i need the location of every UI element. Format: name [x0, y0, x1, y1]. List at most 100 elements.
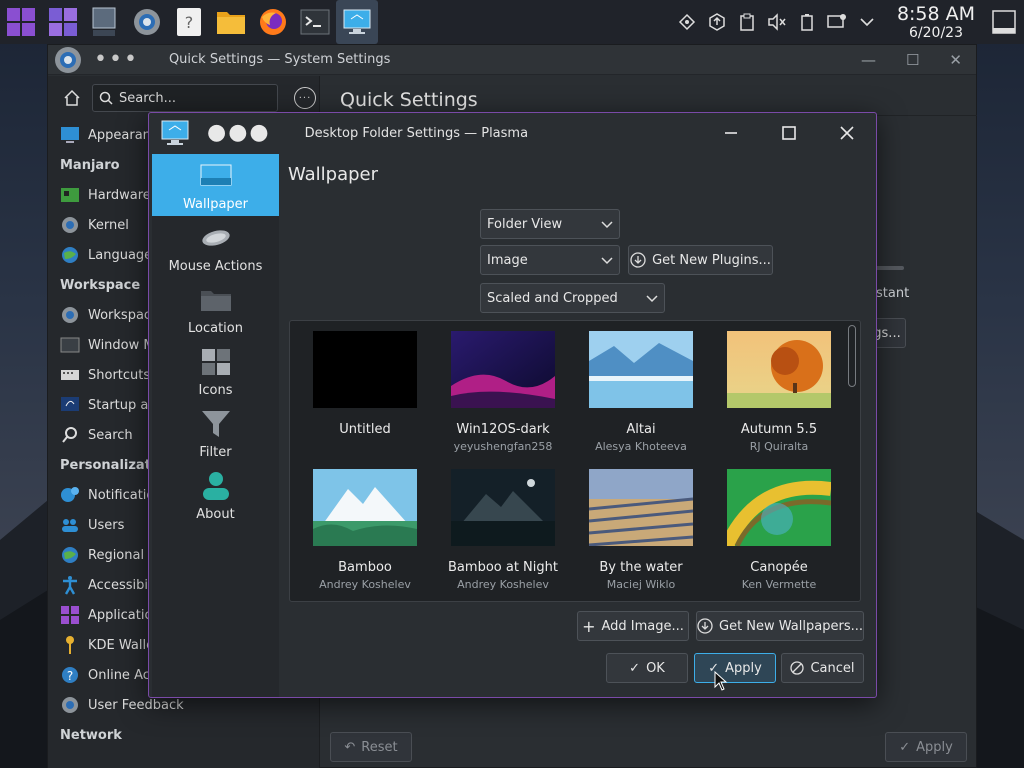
category-wallpaper[interactable]: Wallpaper	[152, 154, 279, 216]
wallpaper-tile[interactable]: By the water Maciej Wiklo	[572, 469, 710, 591]
wallpaper-page: Wallpaper Layout: Folder View Wallpaper …	[280, 154, 876, 697]
wallpaper-name: Autumn 5.5	[740, 422, 818, 437]
reset-icon: ↶	[344, 739, 356, 755]
add-image-button[interactable]: + Add Image...	[577, 611, 689, 641]
wallpaper-tile[interactable]: Win12OS-dark yeyushengfan258	[434, 331, 572, 453]
system-settings-title: Quick Settings — System Settings	[168, 52, 391, 67]
app-grid-icon-2[interactable]	[42, 0, 84, 44]
system-settings-titlebar[interactable]: ••• Quick Settings — System Settings — ☐…	[48, 45, 976, 75]
ok-button[interactable]: ✓ OK	[606, 653, 688, 683]
wallpaper-tile[interactable]: Canopée Ken Vermette	[710, 469, 848, 591]
digital-clock[interactable]: 8:58 AM 6/20/23	[888, 4, 984, 40]
sidebar-item-label: Applicatio	[88, 607, 153, 623]
search-icon	[99, 91, 113, 105]
maximize-icon[interactable]: ☐	[906, 51, 919, 69]
dialog-category-sidebar: Wallpaper Mouse Actions Location Icons Filte…	[152, 154, 279, 697]
user-icon	[202, 471, 230, 501]
sidebar-item-label: Shortcuts	[88, 367, 151, 383]
sidebar-search-input[interactable]: Search...	[92, 84, 278, 112]
firefox-icon[interactable]	[252, 0, 294, 44]
volume-muted-icon[interactable]	[762, 0, 792, 44]
window-switcher-icon[interactable]	[84, 0, 126, 44]
wallpaper-author: Andrey Koshelev	[457, 578, 549, 591]
window-menu-icon[interactable]: •••	[94, 48, 139, 71]
language-icon	[60, 245, 80, 265]
wallpaper-thumbnail	[313, 331, 417, 408]
show-desktop-icon[interactable]	[984, 0, 1024, 44]
minimize-icon[interactable]: —	[861, 51, 876, 69]
wallpaper-name: Canopée	[750, 560, 808, 575]
category-location[interactable]: Location	[152, 278, 279, 340]
wallpaper-tile[interactable]: Autumn 5.5 RJ Quiralta	[710, 331, 848, 453]
wallpaper-thumbnail	[720, 469, 832, 549]
maximize-icon[interactable]	[760, 113, 818, 153]
close-icon[interactable]	[818, 113, 876, 153]
search-icon	[60, 425, 80, 445]
dialog-menu-icon[interactable]: ●●●	[207, 122, 271, 144]
wallpaper-tile[interactable]: Untitled	[296, 331, 434, 440]
wallpaper-thumbnail	[588, 469, 694, 547]
wallpaper-type-combobox[interactable]: Image	[480, 245, 620, 275]
dialog-titlebar[interactable]: ●●● Desktop Folder Settings — Plasma	[149, 113, 876, 153]
category-filter[interactable]: Filter	[152, 402, 279, 464]
battery-icon[interactable]	[792, 0, 822, 44]
startup-icon	[60, 395, 80, 415]
sidebar-item-label: Users	[88, 517, 125, 533]
check-icon: ✓	[629, 660, 641, 676]
reset-button[interactable]: ↶ Reset	[330, 732, 412, 762]
minimize-icon[interactable]	[702, 113, 760, 153]
wallpaper-tile[interactable]: Bamboo Andrey Koshelev	[296, 469, 434, 591]
wallpaper-thumbnail	[451, 469, 555, 546]
plus-icon: +	[582, 616, 596, 636]
cancel-button[interactable]: Cancel	[781, 653, 864, 683]
category-about[interactable]: About	[152, 464, 279, 526]
accessibility-icon	[60, 575, 80, 595]
terminal-icon[interactable]	[294, 0, 336, 44]
kde-wallet-icon	[60, 635, 80, 655]
mouse-cursor-icon	[714, 671, 728, 691]
regional-icon	[60, 545, 80, 565]
category-label: Wallpaper	[182, 197, 249, 212]
network-icon[interactable]	[672, 0, 702, 44]
wallpaper-tile[interactable]: Altai Alesya Khoteeva	[572, 331, 710, 453]
positioning-combobox[interactable]: Scaled and Cropped	[480, 283, 665, 313]
download-icon	[630, 252, 646, 268]
sidebar-item-label: Startup a	[88, 397, 149, 413]
sidebar-category: Network	[60, 727, 122, 743]
sidebar-item-label: Online Ac	[88, 667, 150, 683]
system-settings-icon[interactable]	[126, 0, 168, 44]
appearance-icon	[60, 125, 80, 145]
hamburger-menu-icon[interactable]: ···	[294, 87, 316, 109]
vertical-scrollbar[interactable]	[847, 325, 857, 597]
apply-button[interactable]: ✓ Apply	[694, 653, 776, 683]
mouse-icon	[201, 223, 231, 253]
wallpaper-author: Andrey Koshelev	[319, 578, 411, 591]
notifications-icon	[60, 485, 80, 505]
shortcuts-icon	[60, 365, 80, 385]
get-new-plugins-button[interactable]: Get New Plugins...	[628, 245, 773, 275]
close-icon[interactable]: ✕	[949, 51, 962, 69]
svg-text:?: ?	[67, 669, 73, 683]
category-icons[interactable]: Icons	[152, 340, 279, 402]
wallpaper-author: Ken Vermette	[741, 578, 817, 591]
wallpaper-tile[interactable]: Bamboo at Night Andrey Koshelev	[434, 469, 572, 591]
file-manager-icon[interactable]	[210, 0, 252, 44]
updates-icon[interactable]	[702, 0, 732, 44]
clipboard-icon[interactable]	[732, 0, 762, 44]
wallpaper-thumbnail	[313, 469, 417, 546]
layout-combobox[interactable]: Folder View	[480, 209, 620, 239]
display-icon[interactable]	[822, 0, 852, 44]
category-mouse-actions[interactable]: Mouse Actions	[152, 216, 279, 278]
icons-icon	[201, 347, 231, 377]
wallpaper-grid[interactable]: Untitled Win12OS-dark yeyushengfan258 Altai…	[289, 320, 861, 602]
help-icon[interactable]: ?	[168, 0, 210, 44]
get-new-wallpapers-button[interactable]: Get New Wallpapers...	[696, 611, 864, 641]
home-icon[interactable]	[60, 86, 84, 110]
app-grid-icon[interactable]	[0, 0, 42, 44]
online-accounts-icon: ?	[60, 665, 80, 685]
desktop-folder-settings-dialog: ●●● Desktop Folder Settings — Plasma Wal…	[148, 112, 877, 698]
system-apply-button[interactable]: ✓ Apply	[885, 732, 967, 762]
download-icon	[697, 618, 713, 634]
desktop-settings-icon[interactable]	[336, 0, 378, 44]
chevron-down-icon[interactable]	[852, 0, 882, 44]
